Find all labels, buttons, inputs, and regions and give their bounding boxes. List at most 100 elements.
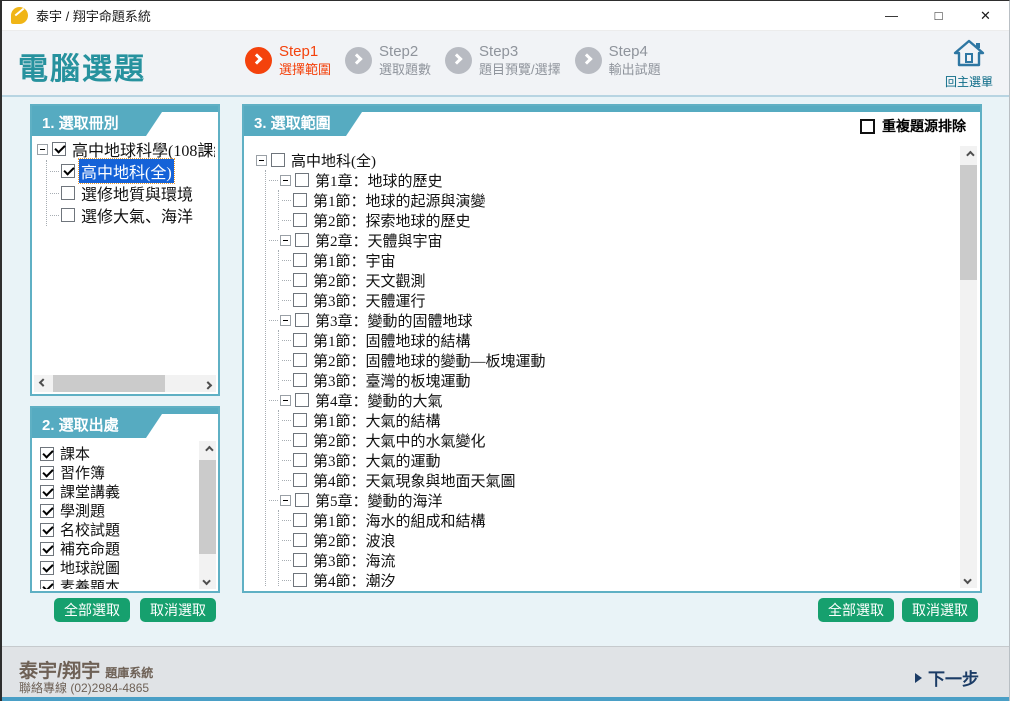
tree-item-label[interactable]: 第2節：固體地球的變動—板塊運動 (311, 350, 548, 371)
vscrollbar-thumb[interactable] (960, 165, 977, 280)
tree-item[interactable]: 選修地質與環境 (50, 182, 215, 204)
tree-item[interactable]: 第2節：波浪 (282, 530, 956, 550)
checkbox[interactable] (293, 453, 307, 467)
next-step-button[interactable]: 下一步 (915, 665, 979, 690)
source-item[interactable]: 課堂講義 (40, 482, 194, 501)
scroll-right-button[interactable] (199, 375, 216, 392)
tree-item[interactable]: 高中地科(全) (50, 160, 215, 182)
checkbox[interactable] (293, 513, 307, 527)
checkbox[interactable] (293, 533, 307, 547)
checkbox[interactable] (293, 573, 307, 587)
tree-item[interactable]: 第3節：天體運行 (282, 290, 956, 310)
checkbox[interactable] (293, 353, 307, 367)
tree-item[interactable]: 第1節：宇宙 (282, 250, 956, 270)
tree-item[interactable]: 第2節：固體地球的變動—板塊運動 (282, 350, 956, 370)
checkbox[interactable] (295, 313, 309, 327)
tree-item[interactable]: 第3節：大氣的運動 (282, 450, 956, 470)
sources-deselect-button[interactable]: 取消選取 (140, 598, 216, 622)
tree-item[interactable]: 第1節：地球的起源與演變 (282, 190, 956, 210)
checkbox[interactable] (293, 293, 307, 307)
tree-item-label[interactable]: 選修地質與環境 (79, 181, 195, 205)
collapse-toggle-icon[interactable] (280, 235, 291, 246)
tree-item[interactable]: 第1節：固體地球的結構 (282, 330, 956, 350)
collapse-toggle-icon[interactable] (256, 155, 267, 166)
tree-item[interactable]: 選修大氣、海洋 (50, 204, 215, 226)
sources-vscrollbar[interactable] (199, 441, 216, 589)
checkbox[interactable] (52, 142, 66, 156)
checkbox[interactable] (40, 466, 54, 480)
tree-item[interactable]: 第4章：變動的大氣 (269, 390, 956, 410)
step-step1[interactable]: Step1選擇範圍 (245, 43, 331, 78)
source-item[interactable]: 補充命題 (40, 539, 194, 558)
tree-item-label[interactable]: 第1節：宇宙 (311, 250, 398, 271)
tree-item[interactable]: 第2節：天文觀測 (282, 270, 956, 290)
tree-item-label[interactable]: 第2章：天體與宇宙 (313, 230, 445, 251)
tree-item-label[interactable]: 第3節：臺灣的板塊運動 (311, 370, 473, 391)
tree-item[interactable]: 第2節：大氣中的水氣變化 (282, 430, 956, 450)
tree-item[interactable]: 第1章：地球的歷史 (269, 170, 956, 190)
sources-select-all-button[interactable]: 全部選取 (54, 598, 130, 622)
tree-item-label[interactable]: 第5章：變動的海洋 (313, 490, 445, 511)
books-hscrollbar[interactable] (34, 375, 216, 392)
tree-item-label[interactable]: 第3節：海流 (311, 550, 398, 571)
tree-item-label[interactable]: 第2節：天文觀測 (311, 270, 428, 291)
home-button[interactable]: 回主選單 (942, 39, 996, 90)
checkbox[interactable] (295, 393, 309, 407)
source-item[interactable]: 習作簿 (40, 463, 194, 482)
tree-item[interactable]: 第3節：臺灣的板塊運動 (282, 370, 956, 390)
checkbox[interactable] (293, 253, 307, 267)
checkbox[interactable] (293, 413, 307, 427)
source-item[interactable]: 素養題本 (40, 577, 194, 589)
checkbox[interactable] (40, 504, 54, 518)
checkbox[interactable] (293, 213, 307, 227)
checkbox[interactable] (293, 273, 307, 287)
checkbox[interactable] (295, 173, 309, 187)
dedupe-option[interactable]: 重複題源排除 (860, 116, 966, 136)
scroll-up-button[interactable] (199, 441, 216, 458)
tree-item-label[interactable]: 第2節：探索地球的歷史 (311, 210, 473, 231)
checkbox[interactable] (40, 485, 54, 499)
tree-item-label[interactable]: 第2節：大氣中的水氣變化 (311, 430, 488, 451)
source-item[interactable]: 課本 (40, 444, 194, 463)
checkbox[interactable] (295, 493, 309, 507)
source-item[interactable]: 地球說圖 (40, 558, 194, 577)
scroll-up-button[interactable] (960, 146, 977, 163)
checkbox[interactable] (293, 373, 307, 387)
collapse-toggle-icon[interactable] (280, 495, 291, 506)
checkbox[interactable] (293, 193, 307, 207)
scope-select-all-button[interactable]: 全部選取 (818, 598, 894, 622)
checkbox[interactable] (40, 561, 54, 575)
tree-item-label[interactable]: 第3節：大氣的運動 (311, 450, 443, 471)
hscrollbar-thumb[interactable] (53, 375, 165, 392)
checkbox[interactable] (293, 473, 307, 487)
checkbox[interactable] (293, 433, 307, 447)
tree-item[interactable]: 第2章：天體與宇宙 (269, 230, 956, 250)
scroll-down-button[interactable] (199, 572, 216, 589)
tree-item-label[interactable]: 第4節：潮汐 (311, 570, 398, 588)
tree-item[interactable]: 第2節：探索地球的歷史 (282, 210, 956, 230)
step-step3[interactable]: Step3題目預覽/選擇 (445, 43, 561, 78)
collapse-toggle-icon[interactable] (37, 144, 48, 155)
close-button[interactable]: ✕ (962, 1, 1009, 31)
tree-item[interactable]: 第3節：海流 (282, 550, 956, 570)
tree-item-label[interactable]: 第3節：天體運行 (311, 290, 428, 311)
tree-item[interactable]: 第5章：變動的海洋 (269, 490, 956, 510)
tree-item-label[interactable]: 高中地科(全) (79, 159, 174, 183)
scroll-down-button[interactable] (960, 571, 977, 588)
maximize-button[interactable]: □ (915, 1, 962, 31)
tree-item-label[interactable]: 高中地科(全) (289, 150, 378, 171)
tree-item-label[interactable]: 第1節：海水的組成和結構 (311, 510, 488, 531)
tree-item[interactable]: 第4節：潮汐 (282, 570, 956, 587)
tree-item-label[interactable]: 第3章：變動的固體地球 (313, 310, 475, 331)
checkbox[interactable] (61, 186, 75, 200)
scroll-left-button[interactable] (34, 375, 51, 392)
tree-item[interactable]: 高中地球科學(108課綱) (37, 138, 215, 160)
source-item[interactable]: 名校試題 (40, 520, 194, 539)
collapse-toggle-icon[interactable] (280, 315, 291, 326)
scope-vscrollbar[interactable] (960, 146, 977, 588)
checkbox[interactable] (61, 208, 75, 222)
tree-item-label[interactable]: 第4章：變動的大氣 (313, 390, 445, 411)
step-step4[interactable]: Step4輸出試題 (575, 43, 661, 78)
tree-item-label[interactable]: 第4節：天氣現象與地面天氣圖 (311, 470, 518, 491)
tree-item-label[interactable]: 第1章：地球的歷史 (313, 170, 445, 191)
